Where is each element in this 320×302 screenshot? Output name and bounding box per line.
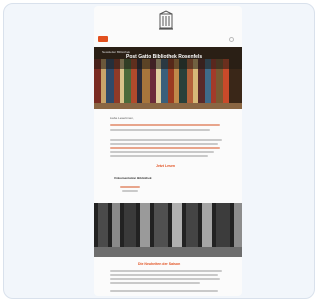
search-icon[interactable]: [229, 37, 234, 42]
library-interior-image: [94, 203, 242, 257]
hero-overlay: Newsletter Bibliothek Post Gatto Bibliot…: [94, 47, 242, 69]
intro-line: [110, 129, 210, 131]
section-title: Die Neuheiten der Saison: [138, 262, 181, 266]
documentation-link[interactable]: [120, 186, 140, 188]
body-line: [110, 143, 218, 145]
library-crest-icon: [159, 10, 173, 30]
section-line: [110, 274, 218, 276]
hero-title: Post Gatto Bibliothek Rosenfels: [126, 54, 203, 60]
section-line: [110, 290, 218, 292]
menu-icon[interactable]: [98, 36, 108, 42]
intro-line: [110, 124, 220, 126]
section-line: [110, 282, 200, 284]
body-line: [110, 147, 220, 149]
shelf: [94, 103, 242, 109]
documentation-line: [122, 190, 138, 192]
body-line: [110, 155, 208, 157]
hero-banner: Newsletter Bibliothek Post Gatto Bibliot…: [94, 47, 242, 109]
section-line: [110, 278, 220, 280]
body-line: [110, 139, 222, 141]
documentation-title: Dokumentation Bibliothek: [114, 176, 152, 180]
read-now-link[interactable]: Jetzt Lesen: [156, 164, 175, 168]
floor: [94, 247, 242, 257]
greeting-text: Liebe Leserinnen,: [110, 116, 134, 120]
body-line: [110, 151, 214, 153]
newsletter-header: [94, 33, 242, 47]
section-line: [110, 270, 222, 272]
